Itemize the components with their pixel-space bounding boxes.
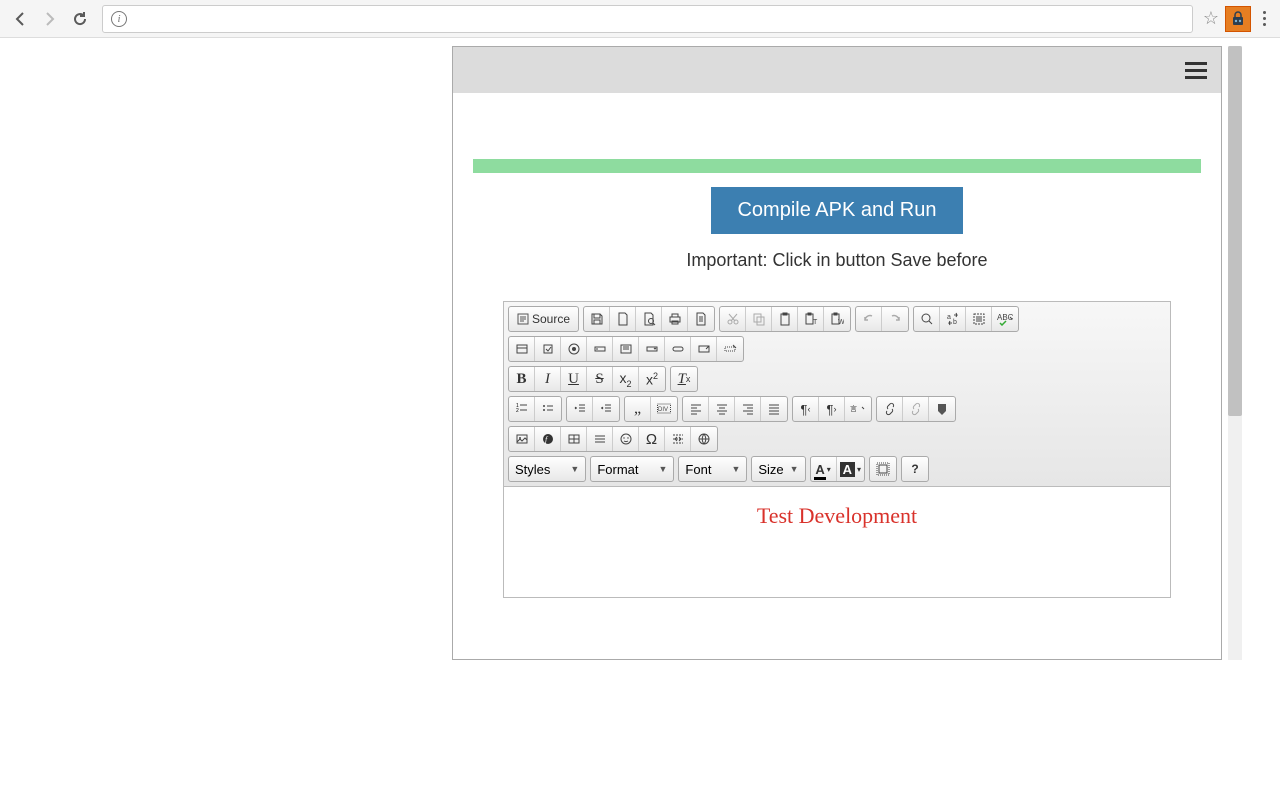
preview-icon[interactable]	[636, 307, 662, 331]
hiddenfield-icon[interactable]	[717, 337, 743, 361]
spellcheck-icon[interactable]: ABC	[992, 307, 1018, 331]
svg-text:2: 2	[516, 408, 519, 414]
superscript-button[interactable]: x2	[639, 367, 665, 391]
save-icon[interactable]	[584, 307, 610, 331]
editor-text: Test Development	[757, 503, 917, 528]
print-icon[interactable]	[662, 307, 688, 331]
browser-menu-button[interactable]	[1257, 11, 1272, 26]
format-dropdown[interactable]: Format▼	[590, 456, 674, 482]
new-page-icon[interactable]	[610, 307, 636, 331]
page-body: Compile APK and Run Important: Click in …	[453, 93, 1221, 598]
subscript-button[interactable]: x2	[613, 367, 639, 391]
svg-text:DIV: DIV	[658, 407, 668, 413]
bookmark-star-icon[interactable]: ☆	[1203, 8, 1219, 29]
unlink-icon[interactable]	[903, 397, 929, 421]
page-viewport: Compile APK and Run Important: Click in …	[0, 38, 1280, 800]
textarea-icon[interactable]	[613, 337, 639, 361]
important-notice: Important: Click in button Save before	[473, 250, 1201, 271]
remove-format-button[interactable]: Tx	[671, 367, 697, 391]
italic-button[interactable]: I	[535, 367, 561, 391]
site-info-icon[interactable]: i	[111, 11, 127, 27]
numbered-list-icon[interactable]: 12	[509, 397, 535, 421]
cut-icon[interactable]	[720, 307, 746, 331]
svg-text:a: a	[947, 314, 951, 321]
address-bar[interactable]: i	[102, 5, 1193, 33]
reload-button[interactable]	[68, 7, 92, 31]
indent-icon[interactable]	[593, 397, 619, 421]
textfield-icon[interactable]	[587, 337, 613, 361]
button-icon[interactable]	[665, 337, 691, 361]
radio-icon[interactable]	[561, 337, 587, 361]
copy-icon[interactable]	[746, 307, 772, 331]
font-dropdown[interactable]: Font▼	[678, 456, 747, 482]
rtl-icon[interactable]: ¶›	[819, 397, 845, 421]
div-icon[interactable]: DIV	[651, 397, 677, 421]
language-icon[interactable]: 言	[845, 397, 871, 421]
forward-button[interactable]	[38, 7, 62, 31]
progress-bar	[473, 159, 1201, 173]
bullet-list-icon[interactable]	[535, 397, 561, 421]
rich-text-editor: Source	[503, 301, 1171, 598]
styles-dropdown[interactable]: Styles▼	[508, 456, 586, 482]
replace-icon[interactable]: ab	[940, 307, 966, 331]
undo-icon[interactable]	[856, 307, 882, 331]
select-icon[interactable]	[639, 337, 665, 361]
compile-apk-button[interactable]: Compile APK and Run	[711, 187, 962, 234]
smiley-icon[interactable]	[613, 427, 639, 451]
specialchar-icon[interactable]: Ω	[639, 427, 665, 451]
iframe-icon[interactable]	[691, 427, 717, 451]
ltr-icon[interactable]: ¶‹	[793, 397, 819, 421]
bg-color-button[interactable]: A▾	[837, 457, 864, 481]
templates-icon[interactable]	[688, 307, 714, 331]
align-right-icon[interactable]	[735, 397, 761, 421]
form-icon[interactable]	[509, 337, 535, 361]
strike-button[interactable]: S	[587, 367, 613, 391]
scrollbar-thumb[interactable]	[1228, 46, 1242, 416]
svg-text:b: b	[953, 319, 957, 326]
editor-toolbar: Source	[504, 302, 1170, 487]
imagebutton-icon[interactable]	[691, 337, 717, 361]
underline-button[interactable]: U	[561, 367, 587, 391]
hamburger-menu-button[interactable]	[1185, 62, 1207, 79]
hr-icon[interactable]	[587, 427, 613, 451]
anchor-icon[interactable]	[929, 397, 955, 421]
page-scrollbar[interactable]	[1228, 46, 1242, 660]
align-justify-icon[interactable]	[761, 397, 787, 421]
link-icon[interactable]	[877, 397, 903, 421]
flash-icon[interactable]: f	[535, 427, 561, 451]
image-icon[interactable]	[509, 427, 535, 451]
bold-button[interactable]: B	[509, 367, 535, 391]
pagebreak-icon[interactable]	[665, 427, 691, 451]
help-button[interactable]: ?	[902, 457, 928, 481]
redo-icon[interactable]	[882, 307, 908, 331]
back-button[interactable]	[8, 7, 32, 31]
page-header	[453, 47, 1221, 93]
editor-content-area[interactable]: Test Development	[504, 487, 1170, 597]
svg-text:言: 言	[850, 404, 857, 413]
text-color-button[interactable]: A▾	[811, 457, 837, 481]
svg-text:T: T	[813, 319, 818, 326]
source-button[interactable]: Source	[509, 307, 578, 331]
extension-icon[interactable]	[1225, 6, 1251, 32]
blockquote-icon[interactable]: „	[625, 397, 651, 421]
browser-toolbar: i ☆	[0, 0, 1280, 38]
checkbox-icon[interactable]	[535, 337, 561, 361]
paste-word-icon[interactable]: W	[824, 307, 850, 331]
paste-icon[interactable]	[772, 307, 798, 331]
find-icon[interactable]	[914, 307, 940, 331]
outdent-icon[interactable]	[567, 397, 593, 421]
page-frame: Compile APK and Run Important: Click in …	[452, 46, 1222, 660]
size-dropdown[interactable]: Size▼	[751, 456, 805, 482]
svg-text:W: W	[838, 319, 844, 326]
paste-text-icon[interactable]: T	[798, 307, 824, 331]
select-all-icon[interactable]	[966, 307, 992, 331]
align-left-icon[interactable]	[683, 397, 709, 421]
align-center-icon[interactable]	[709, 397, 735, 421]
maximize-icon[interactable]	[870, 457, 896, 481]
table-icon[interactable]	[561, 427, 587, 451]
